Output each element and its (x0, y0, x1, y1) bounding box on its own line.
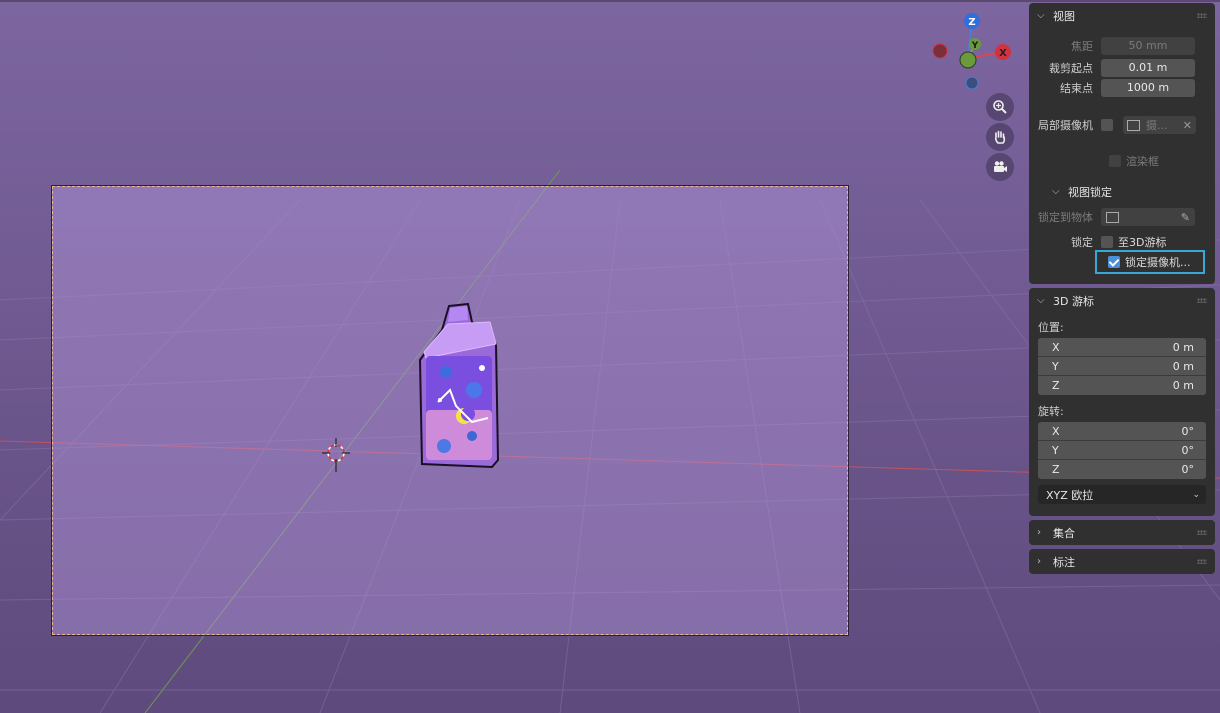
chevron-down-icon: ⌵ (1052, 186, 1060, 197)
rotation-z-field[interactable]: Z 0° (1038, 460, 1206, 479)
lock-cursor-row: 锁定 至3D游标 (1071, 236, 1167, 249)
chevron-right-icon: › (1037, 527, 1041, 538)
location-x-field[interactable]: X0 m (1038, 338, 1206, 357)
rotation-label: 旋转: (1038, 405, 1064, 418)
render-region-checkbox[interactable] (1109, 155, 1121, 167)
object-icon (1106, 211, 1119, 223)
chevron-right-icon: › (1037, 556, 1041, 567)
drag-grip-icon[interactable] (1197, 559, 1207, 564)
location-z-field[interactable]: Z0 m (1038, 376, 1206, 395)
lock-object-field[interactable]: ✎ (1101, 208, 1195, 226)
svg-text:Z: Z (968, 17, 975, 28)
rotation-mode-dropdown[interactable]: XYZ 欧拉 ⌄ (1038, 485, 1206, 504)
drag-grip-icon[interactable] (1197, 298, 1207, 303)
clip-start-row: 裁剪起点 0.01 m (1029, 58, 1215, 78)
location-label: 位置: (1038, 321, 1064, 334)
local-camera-checkbox[interactable] (1101, 119, 1113, 131)
location-y-field[interactable]: Y0 m (1038, 357, 1206, 376)
drag-grip-icon[interactable] (1197, 530, 1207, 535)
3d-cursor-section: ⌵ 3D 游标 位置: X0 m Y0 m Z0 m 旋转: X 0° Y 0° Z… (1029, 288, 1215, 516)
collection-section: › 集合 (1029, 520, 1215, 545)
svg-text:X: X (999, 48, 1007, 59)
chevron-down-icon: ⌵ (1037, 295, 1045, 306)
milk-carton-object[interactable] (416, 300, 504, 472)
annotation-header[interactable]: › 标注 (1029, 549, 1215, 574)
3d-cursor-header[interactable]: ⌵ 3D 游标 (1029, 288, 1215, 313)
view-section-header[interactable]: ⌵ 视图 (1029, 3, 1215, 28)
local-camera-row: 局部摄像机 摄... ✕ (1029, 115, 1215, 135)
clip-end-row: 结束点 1000 m (1029, 78, 1215, 98)
lock-camera-toggle[interactable]: 锁定摄像机... (1095, 250, 1205, 274)
clear-icon[interactable]: ✕ (1183, 119, 1192, 132)
sidebar-panel: ⌵ 视图 焦距 50 mm 裁剪起点 0.01 m 结束点 1000 m 局部摄… (1029, 3, 1215, 578)
render-region-row: 渲染框 (1029, 151, 1215, 171)
rotation-fields: X 0° Y 0° Z 0° (1038, 422, 1206, 479)
annotation-section: › 标注 (1029, 549, 1215, 574)
navigation-gizmo[interactable]: Z X Y (925, 10, 1017, 95)
view-section: ⌵ 视图 焦距 50 mm 裁剪起点 0.01 m 结束点 1000 m 局部摄… (1029, 3, 1215, 284)
focal-length-field[interactable]: 50 mm (1101, 37, 1195, 55)
drag-grip-icon[interactable] (1197, 13, 1207, 18)
location-fields: X0 m Y0 m Z0 m (1038, 338, 1206, 395)
eyedropper-icon[interactable]: ✎ (1181, 211, 1190, 224)
chevron-down-icon: ⌄ (1192, 489, 1200, 500)
3d-cursor-icon[interactable] (322, 438, 350, 472)
chevron-down-icon: ⌵ (1037, 10, 1045, 21)
clip-start-field[interactable]: 0.01 m (1101, 59, 1195, 77)
view-lock-header[interactable]: ⌵ 视图锁定 (1029, 179, 1215, 204)
focal-length-row: 焦距 50 mm (1029, 36, 1215, 56)
camera-object-icon (1127, 119, 1140, 131)
collection-header[interactable]: › 集合 (1029, 520, 1215, 545)
rotation-x-field[interactable]: X 0° (1038, 422, 1206, 441)
lock-camera-row: 锁定摄像机... (1029, 250, 1215, 274)
zoom-icon[interactable] (986, 93, 1014, 121)
local-camera-field[interactable]: 摄... ✕ (1123, 116, 1196, 134)
lock-camera-checkbox[interactable] (1108, 256, 1120, 268)
hand-icon[interactable] (986, 123, 1014, 151)
rotation-y-field[interactable]: Y 0° (1038, 441, 1206, 460)
clip-end-field[interactable]: 1000 m (1101, 79, 1195, 97)
svg-text:Y: Y (971, 41, 979, 51)
lock-object-row: 锁定到物体 ✎ (1029, 207, 1215, 227)
lock-to-cursor-checkbox[interactable] (1101, 236, 1113, 248)
camera-icon[interactable] (986, 153, 1014, 181)
